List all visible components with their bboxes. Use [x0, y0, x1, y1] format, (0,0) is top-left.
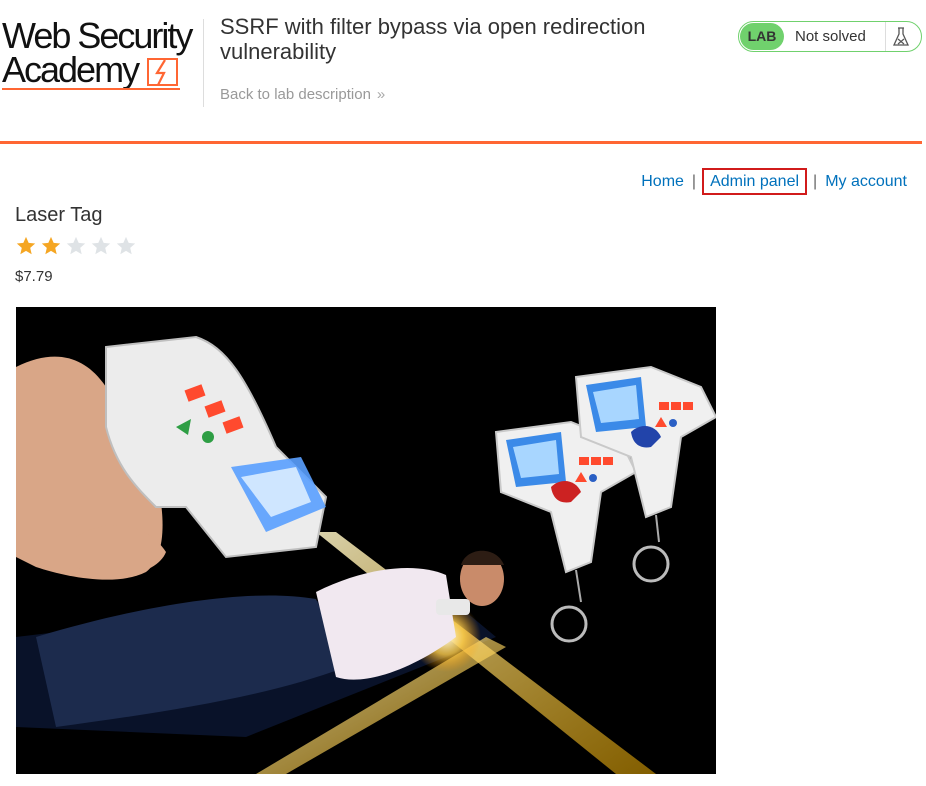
- status-separator: [885, 22, 886, 51]
- laser-tag-photo: [16, 307, 716, 774]
- nav-separator: |: [691, 173, 697, 190]
- header-divider: [203, 19, 204, 107]
- product-name: Laser Tag: [15, 204, 103, 226]
- header-rule: [0, 141, 922, 144]
- back-to-lab-description-link[interactable]: Back to lab description »: [220, 86, 385, 103]
- logo-text-line2: Academy: [2, 49, 140, 90]
- lab-badge: LAB: [740, 23, 784, 50]
- star-filled-icon: [16, 236, 36, 255]
- nav-separator: |: [813, 173, 818, 190]
- double-chevron-right-icon: »: [376, 86, 386, 103]
- nav-home-link[interactable]: Home: [641, 173, 684, 190]
- star-empty-icon: [116, 236, 136, 255]
- star-filled-icon: [41, 236, 61, 255]
- star-empty-icon: [66, 236, 86, 255]
- lab-title: SSRF with filter bypass via open redirec…: [220, 14, 646, 64]
- logo-underline: [2, 88, 180, 90]
- product-rating: [15, 235, 137, 257]
- back-link-label: Back to lab description: [220, 86, 371, 103]
- nav-admin-panel-link[interactable]: Admin panel: [702, 168, 808, 195]
- lab-status-text: Not solved: [795, 28, 866, 45]
- product-image: [16, 307, 716, 774]
- flask-icon: [892, 27, 910, 46]
- top-navigation: Home | Admin panel | My account: [641, 168, 907, 195]
- nav-my-account-link[interactable]: My account: [825, 173, 907, 190]
- lab-status-widget: LAB Not solved: [738, 21, 922, 52]
- star-empty-icon: [91, 236, 111, 255]
- logo-bolt-icon: [147, 58, 178, 86]
- product-price: $7.79: [15, 268, 53, 285]
